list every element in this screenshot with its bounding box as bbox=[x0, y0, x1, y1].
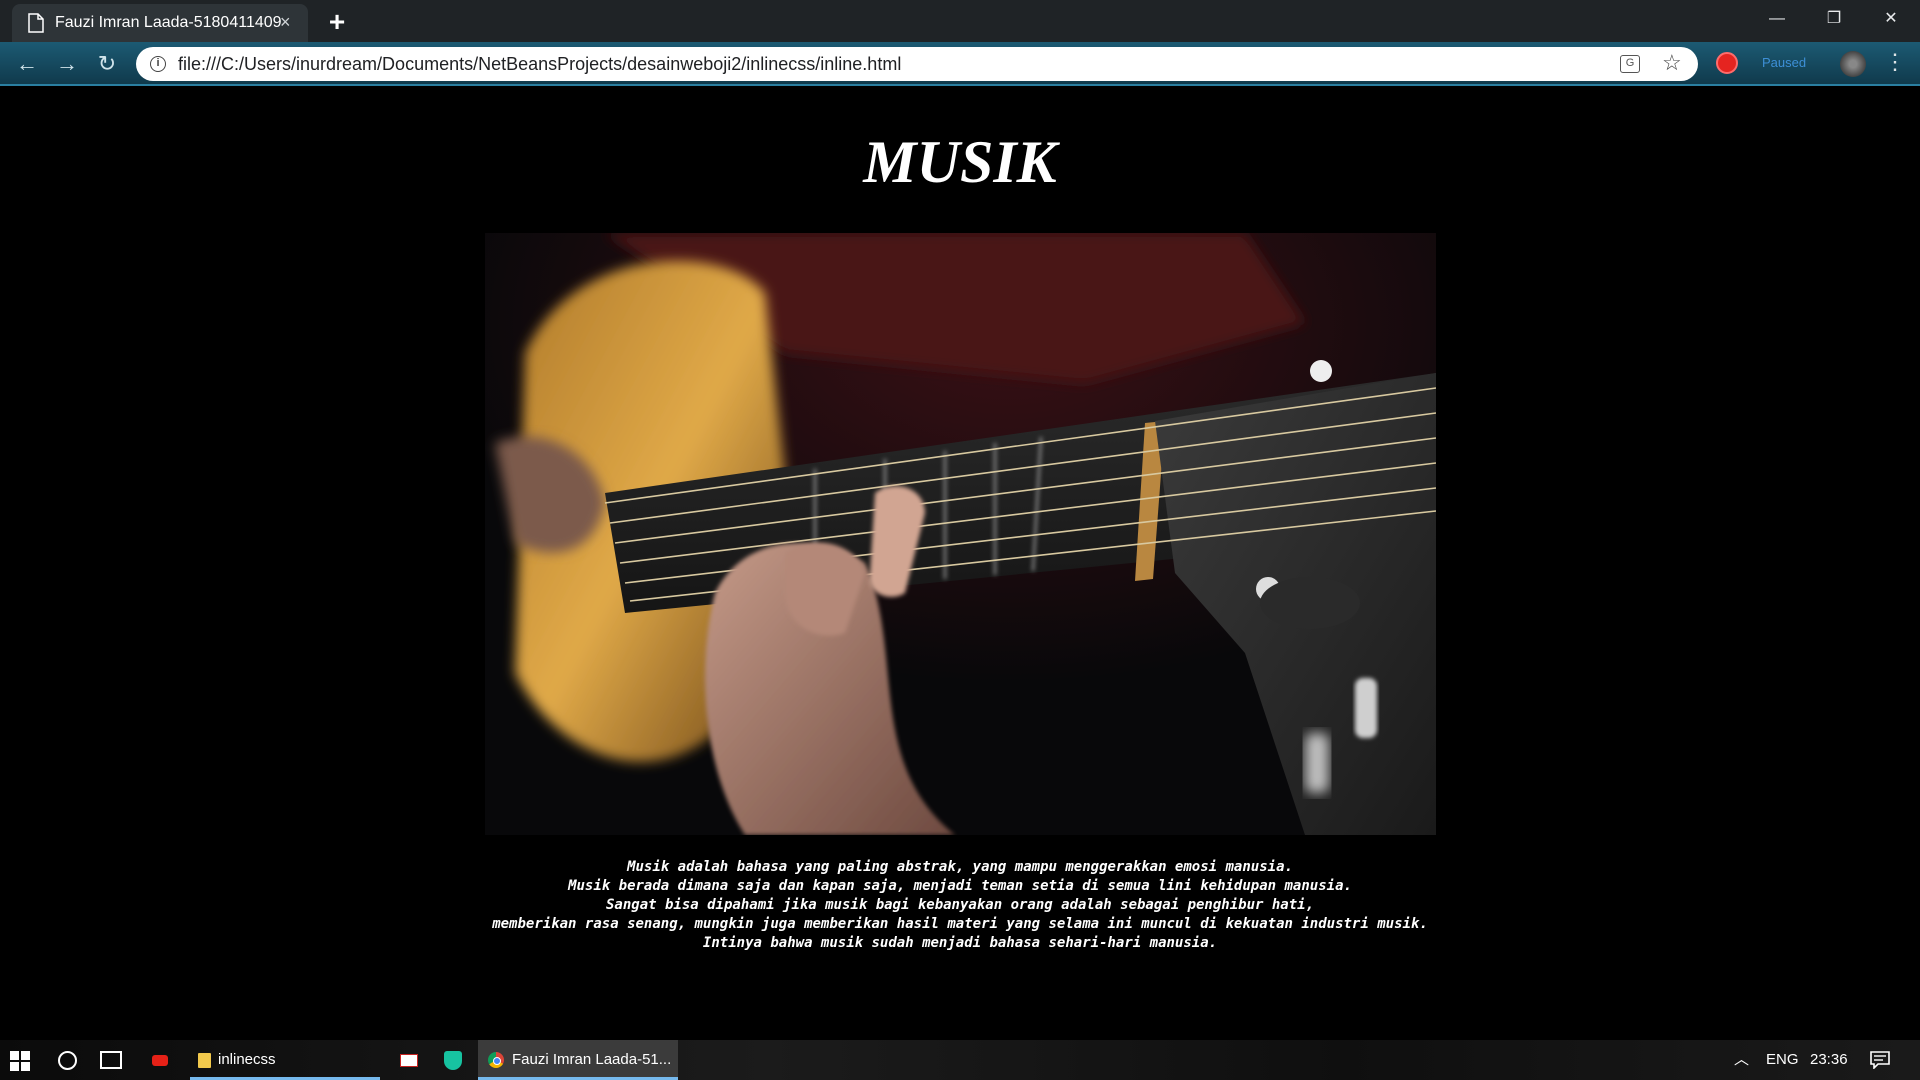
tab-close-icon[interactable]: × bbox=[280, 12, 291, 33]
tab-title: Fauzi Imran Laada-5180411409 bbox=[55, 14, 282, 31]
mail-icon[interactable] bbox=[400, 1054, 418, 1067]
paragraph-line: Intinya bahwa musik sudah menjadi bahasa… bbox=[702, 935, 1218, 951]
clock[interactable]: 23:36 bbox=[1810, 1040, 1848, 1080]
star-icon[interactable]: ☆ bbox=[1662, 50, 1682, 76]
menu-icon[interactable]: ⋮ bbox=[1884, 51, 1906, 73]
taskbar-chrome-label: Fauzi Imran Laada-51... bbox=[512, 1051, 672, 1068]
translate-icon[interactable]: G bbox=[1620, 55, 1640, 73]
taskbar: inlinecss Fauzi Imran Laada-51... ︿ ENG … bbox=[0, 1040, 1920, 1080]
cortana-icon[interactable] bbox=[58, 1051, 77, 1070]
minimize-button[interactable]: — bbox=[1748, 0, 1806, 38]
forward-icon[interactable]: → bbox=[52, 50, 82, 78]
taskbar-explorer-label: inlinecss bbox=[218, 1051, 276, 1068]
info-icon[interactable]: i bbox=[150, 56, 166, 72]
paragraph-line: Musik berada dimana saja dan kapan saja,… bbox=[568, 878, 1352, 894]
paragraph-line: Musik adalah bahasa yang paling abstrak,… bbox=[627, 859, 1293, 875]
reload-icon[interactable]: ↻ bbox=[92, 50, 122, 78]
chrome-icon bbox=[488, 1052, 504, 1068]
new-tab-button[interactable]: + bbox=[320, 7, 354, 37]
browser-toolbar: ← → ↻ i file:///C:/Users/inurdream/Docum… bbox=[0, 42, 1920, 86]
profile-status[interactable]: Paused bbox=[1762, 55, 1806, 70]
web-page: MUSIK Musik adalah bahasa yang paling ab… bbox=[0, 88, 1920, 1040]
notification-icon[interactable] bbox=[1870, 1051, 1890, 1069]
browser-titlebar: Fauzi Imran Laada-5180411409 × + — ❐ ✕ bbox=[0, 0, 1920, 42]
restore-button[interactable]: ❐ bbox=[1805, 0, 1863, 38]
extension-icon[interactable] bbox=[1716, 52, 1738, 74]
document-icon bbox=[28, 13, 44, 33]
guitar-image bbox=[485, 233, 1436, 835]
page-title: MUSIK bbox=[863, 129, 1057, 195]
language-indicator[interactable]: ENG bbox=[1766, 1040, 1799, 1080]
windows-start-icon[interactable] bbox=[10, 1051, 30, 1071]
tray-chevron-icon[interactable]: ︿ bbox=[1734, 1040, 1749, 1080]
url-text[interactable]: file:///C:/Users/inurdream/Documents/Net… bbox=[178, 54, 901, 75]
paragraph-line: Sangat bisa dipahami jika musik bagi keb… bbox=[605, 897, 1314, 913]
folder-icon bbox=[198, 1053, 211, 1068]
address-bar[interactable]: i file:///C:/Users/inurdream/Documents/N… bbox=[136, 47, 1698, 81]
browser-tab[interactable]: Fauzi Imran Laada-5180411409 × bbox=[12, 4, 308, 42]
close-window-button[interactable]: ✕ bbox=[1862, 0, 1920, 38]
taskbar-chrome-button[interactable]: Fauzi Imran Laada-51... bbox=[478, 1040, 678, 1080]
paragraph-line: memberikan rasa senang, mungkin juga mem… bbox=[492, 916, 1428, 932]
description-paragraph: Musik adalah bahasa yang paling abstrak,… bbox=[0, 858, 1920, 953]
back-icon[interactable]: ← bbox=[12, 50, 42, 78]
avatar[interactable] bbox=[1840, 51, 1866, 77]
youtube-icon[interactable] bbox=[152, 1055, 168, 1066]
taskbar-explorer-button[interactable]: inlinecss bbox=[190, 1040, 380, 1080]
shield-icon[interactable] bbox=[444, 1051, 462, 1070]
task-view-icon[interactable] bbox=[100, 1051, 122, 1069]
